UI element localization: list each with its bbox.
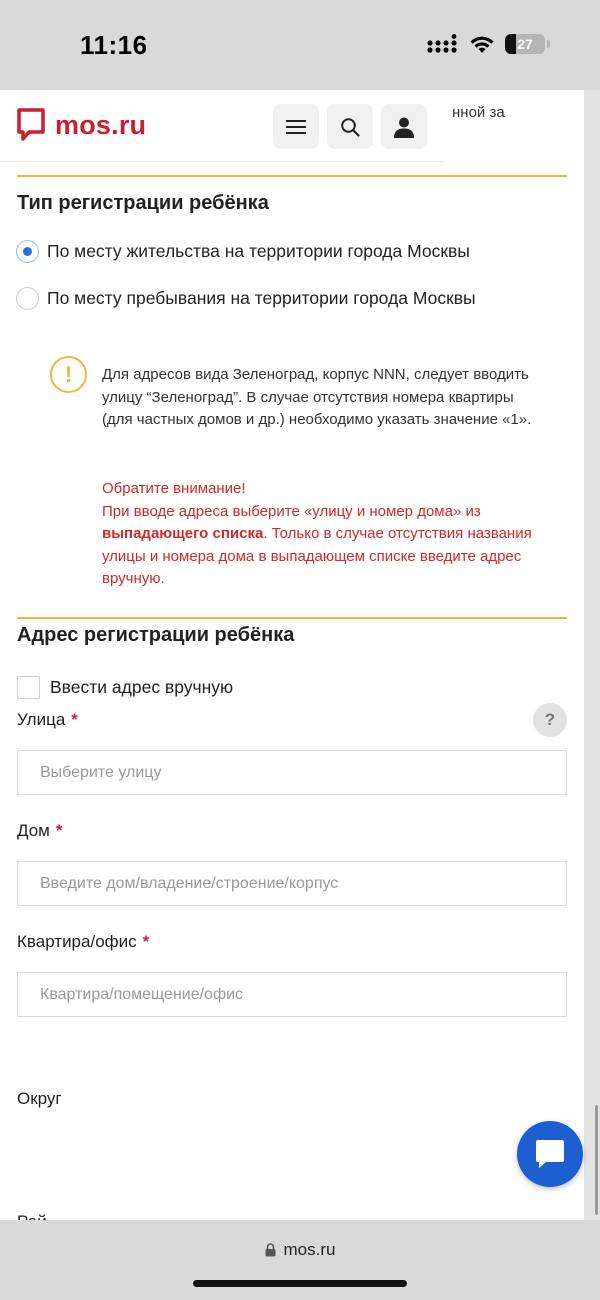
manual-address-checkbox-row[interactable]: Ввести адрес вручную <box>17 676 233 699</box>
cut-off-label: Рай <box>17 1212 47 1220</box>
notice-alert-title: Обратите внимание! <box>102 480 246 497</box>
required-mark: * <box>142 932 150 951</box>
lock-icon <box>265 1243 276 1257</box>
manual-address-label: Ввести адрес вручную <box>50 677 234 697</box>
cellular-signal-icon <box>427 34 457 53</box>
radio-stay[interactable]: По месту пребывания на территории города… <box>16 287 476 310</box>
search-button[interactable] <box>327 104 373 149</box>
search-icon <box>341 117 360 137</box>
status-icons: 27 <box>427 32 550 56</box>
battery-percent: 27 <box>517 36 533 52</box>
status-bar: 11:16 27 <box>0 0 600 90</box>
hamburger-icon <box>286 119 306 134</box>
required-mark: * <box>55 821 63 840</box>
section-divider <box>17 617 567 619</box>
radio-label: По месту жительства на территории города… <box>47 241 470 261</box>
notice-alert-bold: выпадающего списка <box>102 525 264 543</box>
page-content: mos.ru нной за Тип регистрации ребёнка П… <box>0 90 584 1220</box>
notice-alert: Обратите внимание! При вводе адреса выбе… <box>102 478 542 591</box>
house-label-text: Дом <box>17 821 50 840</box>
mos-logo[interactable]: mos.ru <box>17 108 146 142</box>
section-divider <box>17 175 567 177</box>
address-bar[interactable]: mos.ru <box>0 1240 600 1260</box>
apartment-label: Квартира/офис * <box>17 932 149 952</box>
street-label: Улица * <box>17 710 78 730</box>
radio-label: По месту пребывания на территории города… <box>47 288 476 308</box>
battery-icon: 27 <box>505 34 545 54</box>
logo-text: mos.ru <box>55 109 147 140</box>
chat-button[interactable] <box>517 1121 583 1187</box>
notice-text: Для адресов вида Зеленоград, корпус NNN,… <box>102 366 532 429</box>
mos-logo-icon <box>17 108 45 141</box>
peek-text: нной за <box>452 104 505 121</box>
apartment-input[interactable] <box>17 972 567 1017</box>
street-input[interactable] <box>17 750 567 795</box>
notice-alert-body: При вводе адреса выберите «улицу и номер… <box>102 501 542 591</box>
address-title: Адрес регистрации ребёнка <box>17 624 295 646</box>
radio-button[interactable] <box>16 287 39 310</box>
manual-address-checkbox[interactable] <box>17 676 40 699</box>
street-label-text: Улица <box>17 710 66 729</box>
url-text: mos.ru <box>283 1240 336 1259</box>
registration-type-title: Тип регистрации ребёнка <box>17 192 269 214</box>
apartment-label-text: Квартира/офис <box>17 932 137 951</box>
browser-bottom-bar: mos.ru <box>0 1220 600 1300</box>
radio-button-checked[interactable] <box>16 240 39 263</box>
home-indicator[interactable] <box>193 1280 407 1287</box>
radio-residence[interactable]: По месту жительства на территории города… <box>16 240 470 263</box>
menu-button[interactable] <box>273 104 319 149</box>
notice-alert-line1: При вводе адреса выберите «улицу и номер… <box>102 502 481 520</box>
battery-tip <box>547 40 550 48</box>
required-mark: * <box>71 710 78 729</box>
help-button[interactable]: ? <box>533 703 567 737</box>
wifi-icon <box>470 36 494 53</box>
chat-bubble-icon <box>536 1140 564 1168</box>
page-scrollbar-track <box>584 90 600 1220</box>
house-input[interactable] <box>17 861 567 906</box>
profile-button[interactable] <box>381 104 427 149</box>
site-header: mos.ru <box>0 90 445 162</box>
house-label: Дом * <box>17 821 62 841</box>
district-label: Округ <box>17 1089 62 1108</box>
status-time: 11:16 <box>80 30 148 60</box>
page-scrollbar-thumb[interactable] <box>595 1105 598 1215</box>
exclamation-icon: ! <box>50 356 87 393</box>
user-icon <box>394 117 414 138</box>
